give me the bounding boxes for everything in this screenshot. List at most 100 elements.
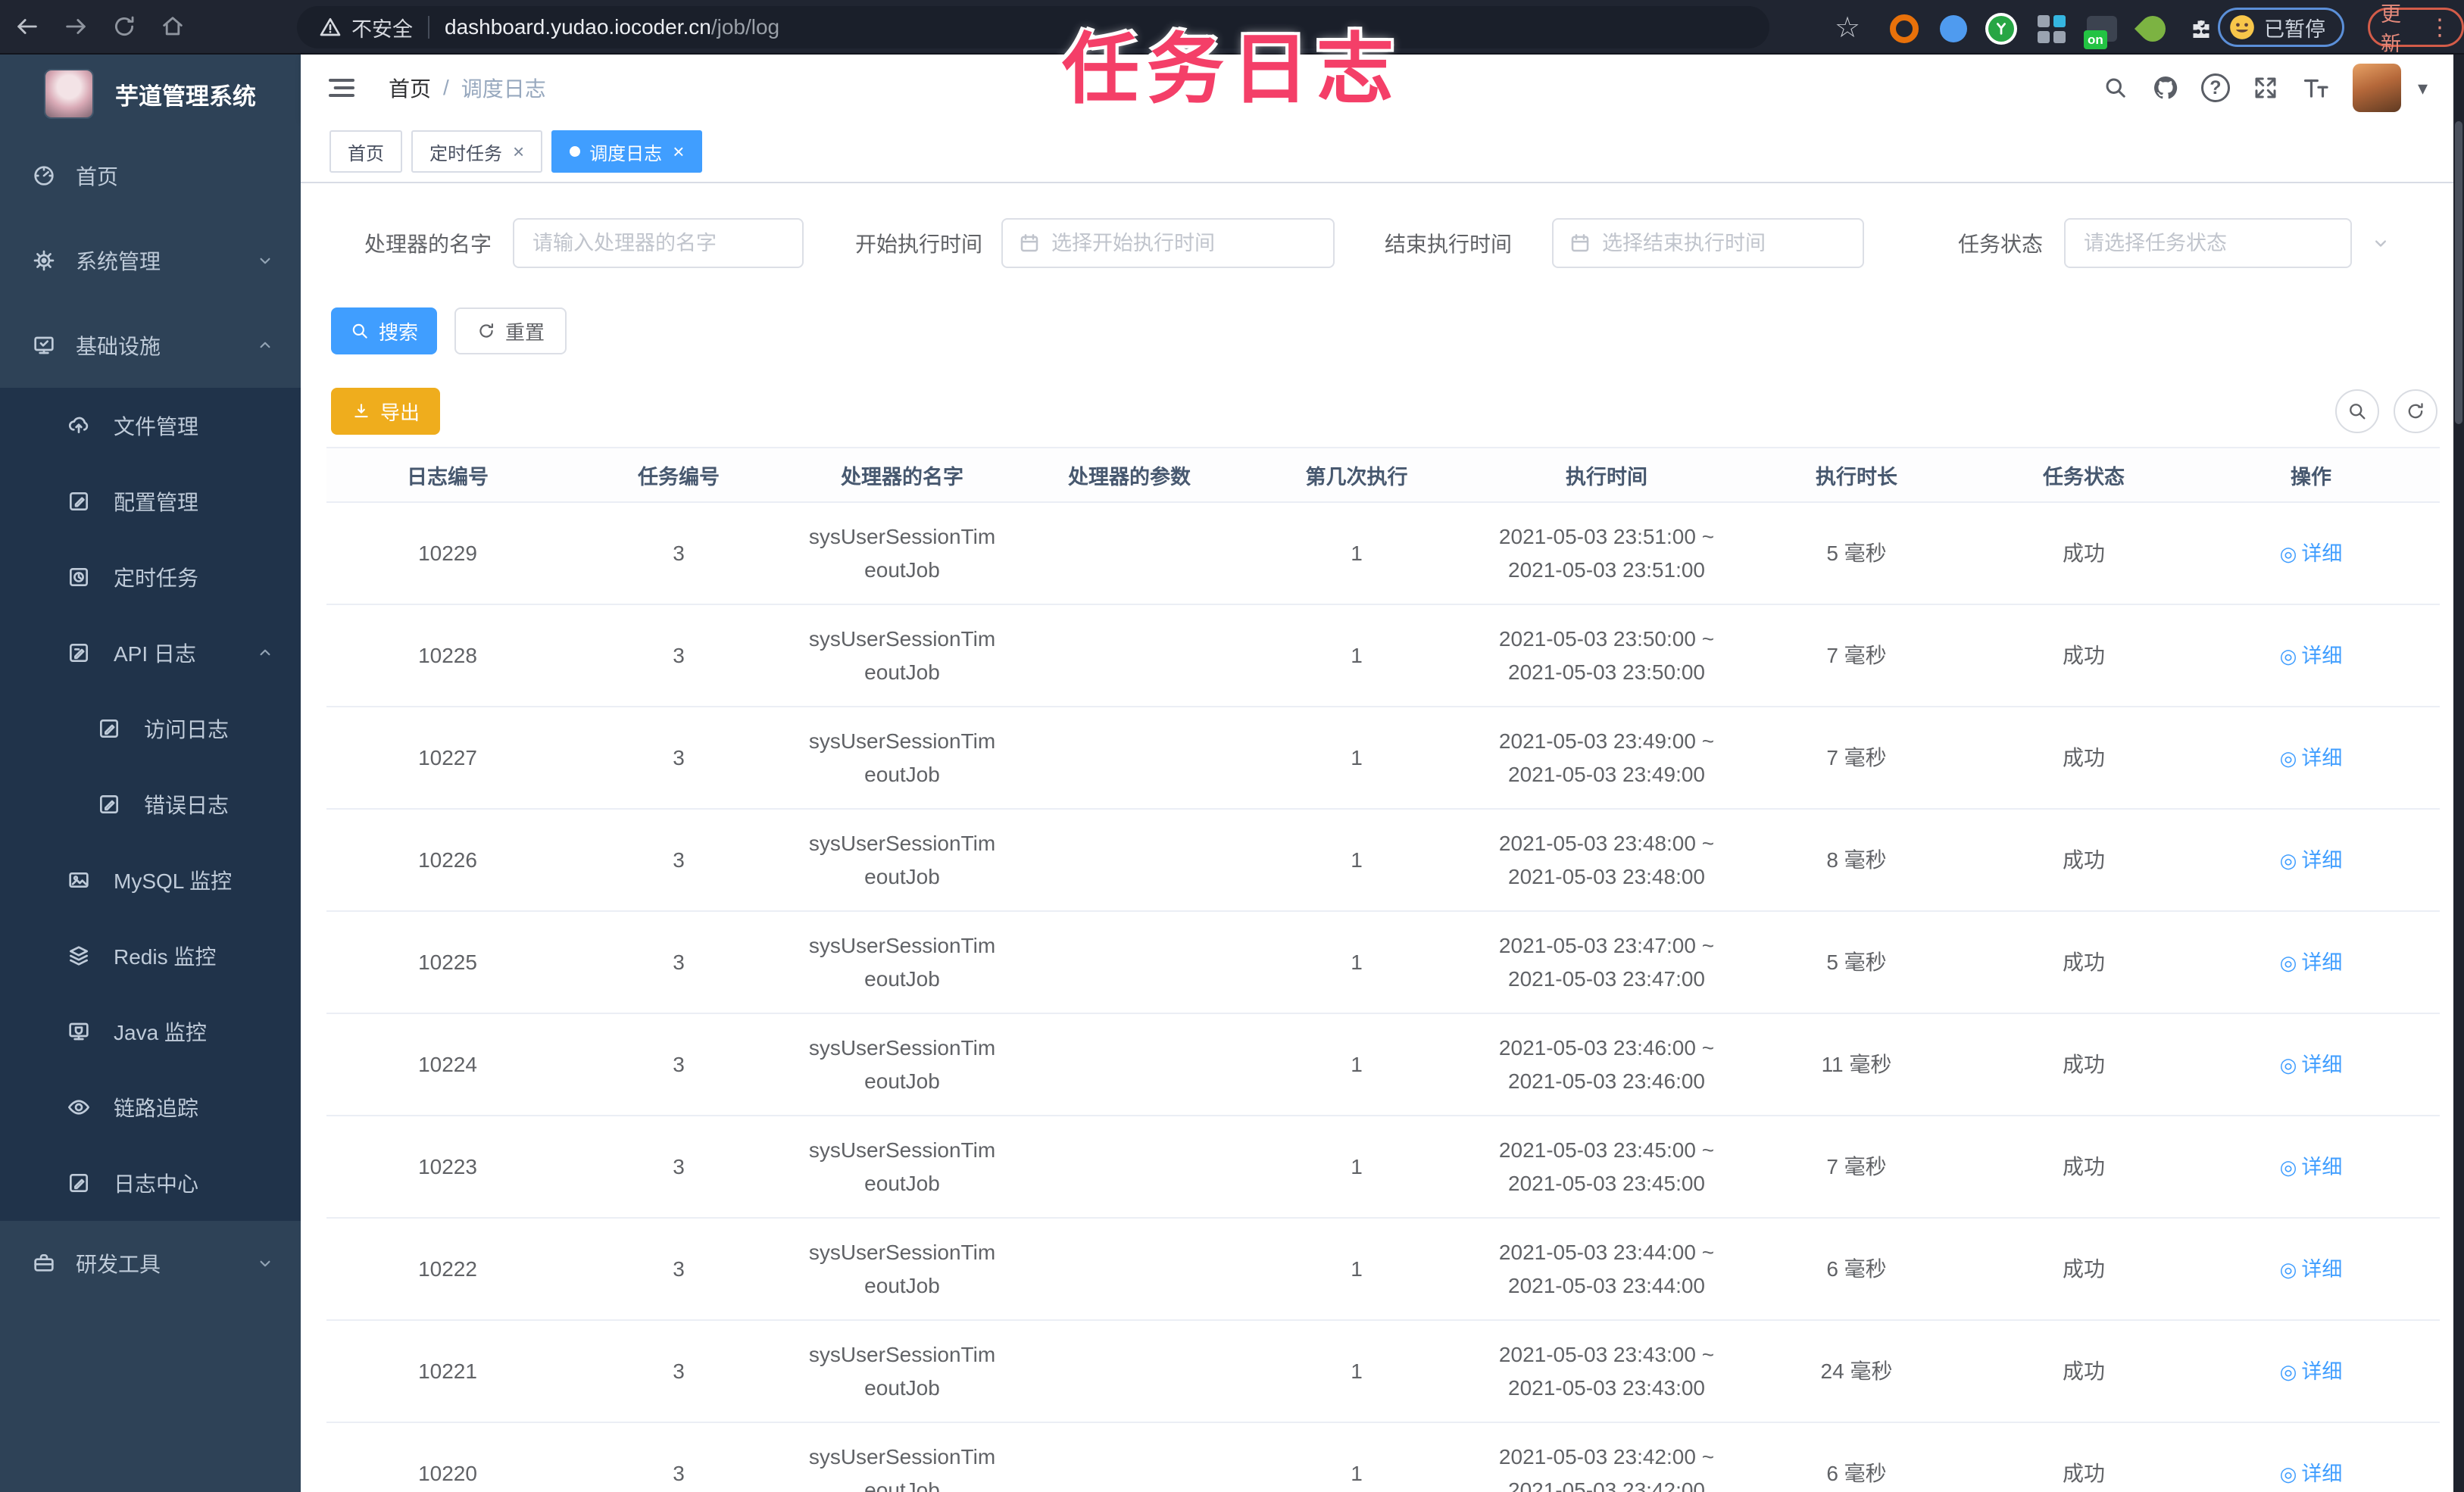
cell-handler-name: sysUserSessionTim eoutJob bbox=[808, 1240, 996, 1297]
sidebar-item-redis-monitor[interactable]: Redis 监控 bbox=[0, 918, 301, 994]
github-icon[interactable] bbox=[2141, 63, 2191, 113]
job-status-select[interactable] bbox=[2064, 218, 2386, 268]
header-search-icon[interactable] bbox=[2091, 63, 2141, 113]
detail-link[interactable]: ◎ 详细 bbox=[2280, 639, 2343, 673]
cell-execute-index: 1 bbox=[1351, 643, 1363, 667]
job-status-select-input[interactable] bbox=[2066, 220, 2370, 267]
user-avatar[interactable] bbox=[2352, 64, 2401, 112]
cell-job-id: 3 bbox=[673, 745, 685, 769]
fullscreen-icon[interactable] bbox=[2241, 63, 2291, 113]
insecure-label: 不安全 bbox=[351, 17, 413, 41]
extension-orange-ring-icon[interactable] bbox=[1888, 12, 1921, 45]
sidebar-item-trace[interactable]: 链路追踪 bbox=[0, 1069, 301, 1145]
help-icon[interactable]: ? bbox=[2191, 63, 2241, 113]
page-scrollbar[interactable] bbox=[2453, 55, 2464, 1492]
scrollbar-thumb[interactable] bbox=[2455, 121, 2462, 424]
browser-home-button[interactable] bbox=[151, 5, 194, 48]
browser-forward-button[interactable] bbox=[55, 5, 97, 48]
sidebar-item-java-monitor[interactable]: Java 监控 bbox=[0, 994, 301, 1069]
sidebar-item-file-management[interactable]: 文件管理 bbox=[0, 388, 301, 464]
bookmark-star-icon[interactable]: ☆ bbox=[1835, 11, 1860, 45]
tab-scheduled-tasks[interactable]: 定时任务 × bbox=[411, 130, 543, 173]
detail-link[interactable]: ◎ 详细 bbox=[2280, 537, 2343, 570]
cell-execute-index: 1 bbox=[1351, 541, 1363, 565]
cell-duration: 24 毫秒 bbox=[1820, 1359, 1893, 1383]
cell-status: 成功 bbox=[2062, 1256, 2105, 1281]
detail-link[interactable]: ◎ 详细 bbox=[2280, 1048, 2343, 1082]
detail-link[interactable]: ◎ 详细 bbox=[2280, 1253, 2343, 1286]
cell-action: ◎ 详细 bbox=[2197, 1253, 2425, 1286]
search-button[interactable]: 搜索 bbox=[331, 307, 437, 354]
cell-handler-name: sysUserSessionTim eoutJob bbox=[808, 729, 996, 786]
table-row: 10221 3 sysUserSessionTim eoutJob 1 2021-05-0… bbox=[326, 1321, 2440, 1423]
tab-close-icon[interactable]: × bbox=[513, 140, 524, 164]
extension-grid-icon[interactable] bbox=[2035, 12, 2068, 45]
cell-execute-index: 1 bbox=[1351, 1256, 1363, 1281]
handler-name-input[interactable] bbox=[514, 220, 819, 267]
start-time-input[interactable] bbox=[1041, 220, 1338, 267]
refresh-table-tool-button[interactable] bbox=[2394, 389, 2437, 433]
end-time-input[interactable] bbox=[1591, 220, 1888, 267]
detail-link[interactable]: ◎ 详细 bbox=[2280, 1355, 2343, 1388]
tab-job-log-active[interactable]: 调度日志 × bbox=[551, 130, 703, 173]
sidebar-item-log-center[interactable]: 日志中心 bbox=[0, 1145, 301, 1221]
breadcrumb-home[interactable]: 首页 bbox=[389, 73, 431, 103]
reset-button[interactable]: 重置 bbox=[454, 307, 567, 354]
start-time-input-wrap bbox=[1001, 218, 1338, 268]
tab-home[interactable]: 首页 bbox=[329, 130, 402, 173]
extension-y-icon[interactable] bbox=[1985, 12, 2018, 45]
extension-puzzle-icon[interactable] bbox=[2184, 12, 2218, 45]
sidebar-toggle-icon[interactable] bbox=[326, 73, 357, 103]
log-edit-icon bbox=[67, 1171, 91, 1195]
cell-duration: 7 毫秒 bbox=[1826, 1154, 1887, 1178]
table-row: 10226 3 sysUserSessionTim eoutJob 1 2021-05-0… bbox=[326, 810, 2440, 912]
toggle-search-tool-button[interactable] bbox=[2335, 389, 2379, 433]
sidebar-item-infrastructure[interactable]: 基础设施 bbox=[0, 303, 301, 388]
sidebar-item-scheduled-tasks[interactable]: 定时任务 bbox=[0, 539, 301, 615]
user-menu-caret-icon[interactable]: ▾ bbox=[2418, 76, 2428, 100]
detail-link[interactable]: ◎ 详细 bbox=[2280, 741, 2343, 775]
extension-blue-drop-icon[interactable] bbox=[1937, 12, 1970, 45]
sidebar-item-api-log[interactable]: API 日志 bbox=[0, 615, 301, 691]
app-logo-row: 芋道管理系统 bbox=[0, 55, 301, 133]
font-size-icon[interactable] bbox=[2291, 63, 2341, 113]
address-bar[interactable]: 不安全 dashboard.yudao.iocoder.cn /job/log bbox=[297, 6, 1769, 48]
sidebar-item-error-log[interactable]: 错误日志 bbox=[0, 766, 301, 842]
sidebar-item-home[interactable]: 首页 bbox=[0, 133, 301, 218]
cell-action: ◎ 详细 bbox=[2197, 1150, 2425, 1184]
table-body: 10229 3 sysUserSessionTim eoutJob 1 2021-05-0… bbox=[326, 503, 2440, 1492]
redis-layers-icon bbox=[67, 944, 91, 968]
sidebar-item-mysql-monitor[interactable]: MySQL 监控 bbox=[0, 842, 301, 918]
detail-link[interactable]: ◎ 详细 bbox=[2280, 1150, 2343, 1184]
cell-execute-time: 2021-05-03 23:50:00 ~2021-05-03 23:50:00 bbox=[1498, 626, 1715, 684]
browser-update-button[interactable]: 更新 ⋮ bbox=[2368, 3, 2464, 55]
sidebar-item-dev-tools[interactable]: 研发工具 bbox=[0, 1221, 301, 1306]
url-host: dashboard.yudao.iocoder.cn bbox=[445, 15, 711, 39]
extension-on-badge-icon[interactable]: on bbox=[2084, 12, 2119, 49]
export-button[interactable]: 导出 bbox=[331, 388, 440, 435]
emoji-face-icon bbox=[2230, 15, 2254, 39]
browser-menu-dots-icon[interactable]: ⋮ bbox=[2428, 14, 2451, 41]
chevron-down-icon bbox=[255, 251, 275, 270]
table-row: 10220 3 sysUserSessionTim eoutJob 1 2021-05-0… bbox=[326, 1423, 2440, 1492]
browser-reload-button[interactable] bbox=[103, 5, 145, 48]
detail-link[interactable]: ◎ 详细 bbox=[2280, 1457, 2343, 1490]
toolbox-icon bbox=[32, 1251, 56, 1275]
cell-execute-time: 2021-05-03 23:48:00 ~2021-05-03 23:48:00 bbox=[1498, 831, 1715, 888]
sidebar-item-system-management[interactable]: 系统管理 bbox=[0, 218, 301, 303]
sidebar-item-access-log[interactable]: 访问日志 bbox=[0, 691, 301, 766]
cell-log-id: 10227 bbox=[418, 745, 477, 769]
cell-job-id: 3 bbox=[673, 1154, 685, 1178]
browser-back-button[interactable] bbox=[6, 5, 48, 48]
extension-leaf-icon[interactable] bbox=[2134, 10, 2172, 48]
paused-extension-badge[interactable]: 已暂停 bbox=[2218, 8, 2344, 47]
sidebar-item-config-management[interactable]: 配置管理 bbox=[0, 464, 301, 539]
tab-close-icon[interactable]: × bbox=[673, 140, 684, 164]
schedule-icon bbox=[67, 565, 91, 589]
table-row: 10227 3 sysUserSessionTim eoutJob 1 2021-05-0… bbox=[326, 707, 2440, 810]
detail-link[interactable]: ◎ 详细 bbox=[2280, 946, 2343, 979]
detail-link[interactable]: ◎ 详细 bbox=[2280, 844, 2343, 877]
app-title: 芋道管理系统 bbox=[115, 83, 256, 110]
cell-execute-index: 1 bbox=[1351, 950, 1363, 974]
cell-log-id: 10221 bbox=[418, 1359, 477, 1383]
